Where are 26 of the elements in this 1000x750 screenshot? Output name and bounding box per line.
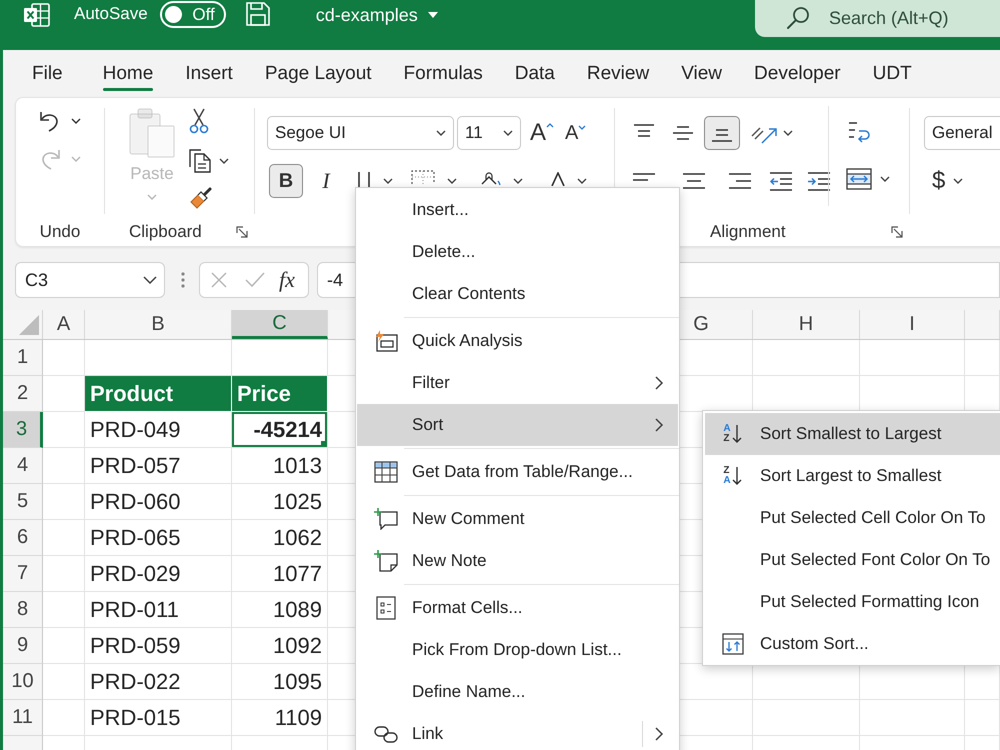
- table-cell: PRD-059: [85, 628, 232, 664]
- table-cell: 1062: [232, 520, 328, 556]
- sort-letters: A Z: [723, 424, 731, 444]
- table-cell: 1025: [232, 484, 328, 520]
- table-cell: 1077: [232, 556, 328, 592]
- table-cell: PRD-029: [85, 556, 232, 592]
- table-header-cell: Price: [232, 376, 328, 412]
- table-cell: PRD-065: [85, 520, 232, 556]
- table-cell: 1095: [232, 664, 328, 700]
- group-label: Clipboard: [129, 222, 202, 242]
- group-label: Alignment: [710, 222, 786, 242]
- table-cell: 1089: [232, 592, 328, 628]
- table-cell: PRD-060: [85, 484, 232, 520]
- group-label: Undo: [40, 222, 80, 242]
- autosave-label: AutoSave: [74, 3, 148, 25]
- table-cell: PRD-049: [85, 412, 232, 448]
- table-cell: PRD-015: [85, 700, 232, 736]
- sort-letters: Z A: [723, 466, 731, 486]
- table-cell: -45214: [232, 412, 328, 448]
- table-cell: PRD-057: [85, 448, 232, 484]
- table-cell: PRD-022: [85, 664, 232, 700]
- table-cell: 1092: [232, 628, 328, 664]
- table-cell: 1109: [232, 700, 328, 736]
- table-cell: PRD-011: [85, 592, 232, 628]
- table-cell: 1013: [232, 448, 328, 484]
- table-header-cell: Product: [85, 376, 232, 412]
